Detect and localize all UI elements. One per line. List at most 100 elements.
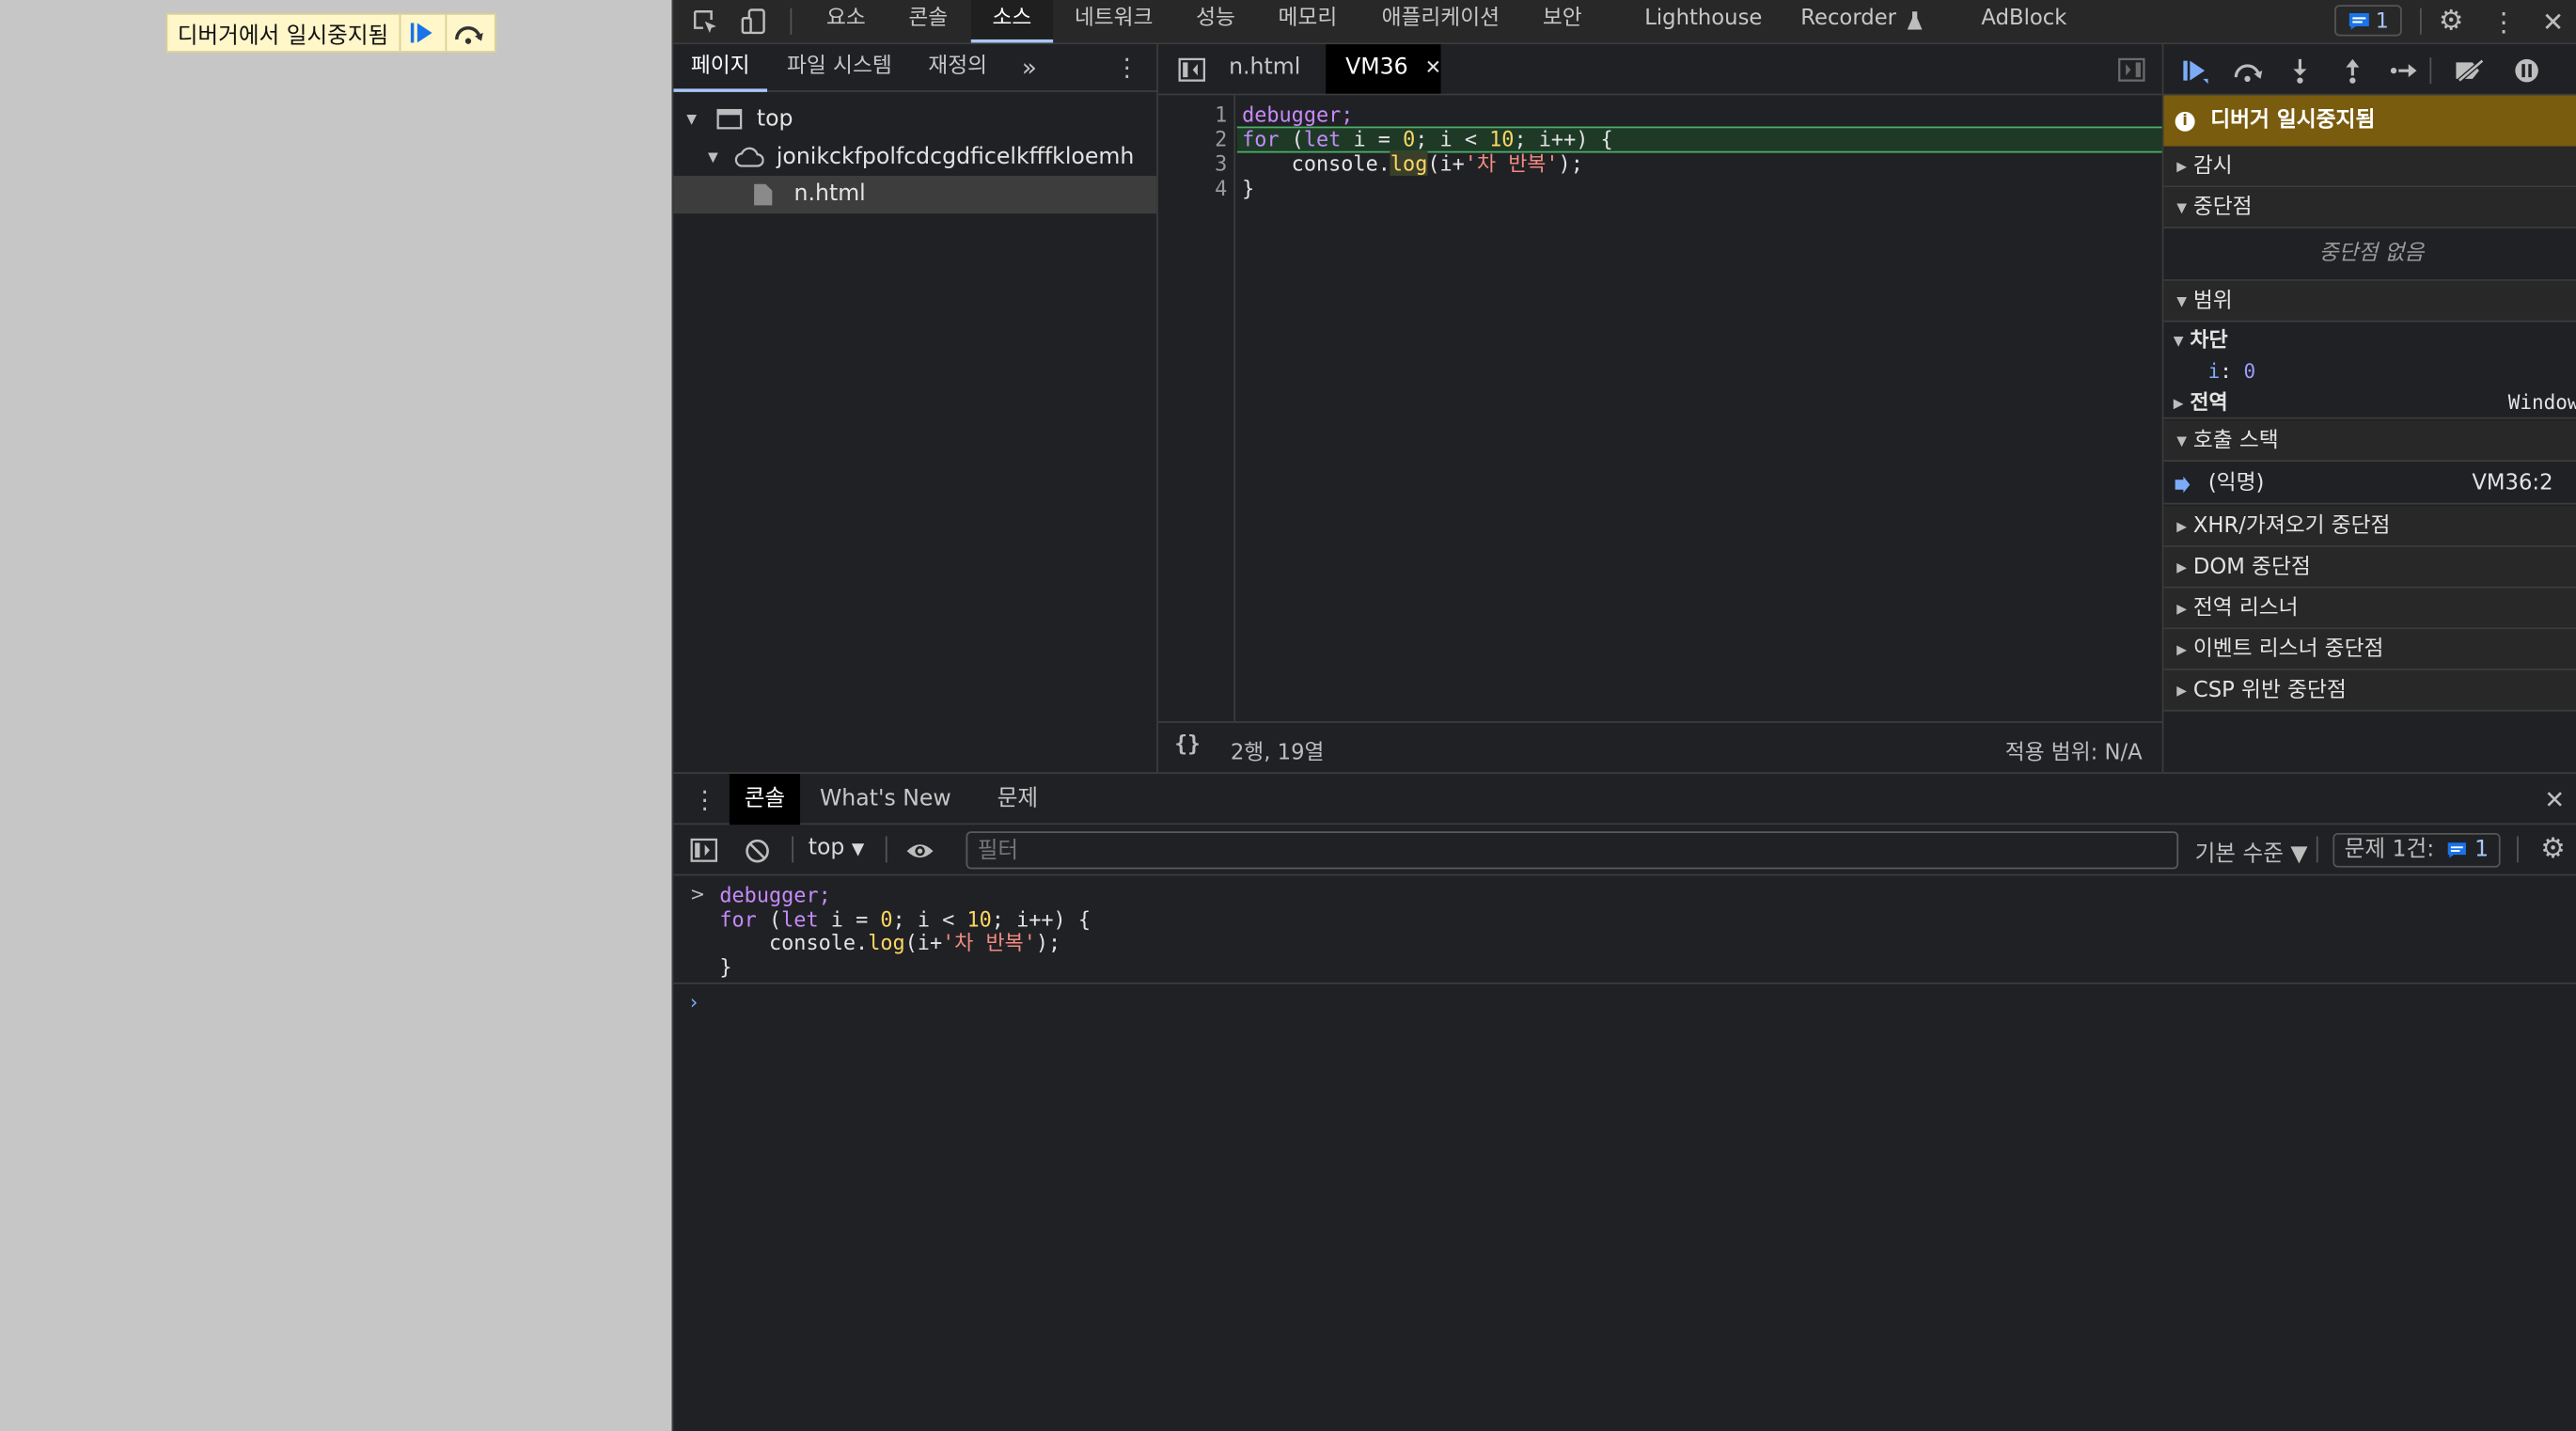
navigator-menu-icon[interactable]: ⋮ (1114, 53, 1140, 82)
settings-gear-icon[interactable]: ⚙ (2435, 5, 2468, 38)
tree-label-top: top (756, 105, 793, 133)
console-sidebar-toggle-icon[interactable] (688, 836, 717, 862)
toggle-debugger-sidebar-icon[interactable] (2116, 55, 2145, 82)
main-toolbar: 요소 콘솔 소스 네트워크 성능 메모리 애플리케이션 보안 Lighthous… (673, 0, 2576, 45)
tab-console[interactable]: 콘솔 (908, 0, 948, 42)
editor-tab-nhtml[interactable]: n.html (1229, 44, 1300, 93)
tree-item-top[interactable]: ▼ top (673, 101, 1156, 138)
tab-sources[interactable]: 소스 (970, 0, 1054, 43)
clear-console-icon[interactable] (743, 836, 772, 864)
editor-status-bar: {} 2행, 19열 적용 범위: N/A (1157, 721, 2162, 772)
call-frame[interactable]: (익명) VM36:2 (2163, 464, 2576, 505)
tab-performance[interactable]: 성능 (1196, 0, 1235, 42)
console-filter-input[interactable] (966, 831, 2179, 870)
step-into-icon[interactable] (2282, 55, 2317, 87)
navigator-tab-overrides[interactable]: 재정의 (928, 44, 987, 92)
inspect-element-icon[interactable] (690, 7, 719, 36)
resume-icon[interactable] (398, 14, 445, 52)
console-code-line: debugger; (719, 882, 831, 907)
step-over-icon[interactable] (2229, 55, 2265, 87)
drawer-tab-console[interactable]: 콘솔 (729, 774, 801, 826)
drawer-menu-icon[interactable]: ⋮ (693, 785, 717, 814)
section-csp-breakpoints[interactable]: ▶ CSP 위반 중단점 (2163, 669, 2576, 712)
step-over-icon[interactable] (444, 14, 491, 52)
drawer-tab-whats-new[interactable]: What's New (820, 774, 951, 825)
step-out-icon[interactable] (2334, 55, 2370, 87)
message-icon (2447, 841, 2466, 857)
close-devtools-icon[interactable]: ✕ (2537, 5, 2569, 38)
pause-on-exceptions-icon[interactable] (2508, 55, 2544, 87)
context-selector-label: top (808, 834, 845, 861)
navigator-tabs: 페이지 파일 시스템 재정의 » ⋮ (673, 44, 1158, 92)
code-line-2[interactable]: for (let i = 0; i < 10; i++) { (1242, 127, 1613, 151)
log-level-dropdown[interactable]: 기본 수준 ▼ (2195, 835, 2308, 868)
close-tab-icon[interactable]: ✕ (1425, 55, 1442, 78)
issues-counter-button[interactable]: 1 (2334, 5, 2402, 37)
issues-count-button[interactable]: 문제 1건: 1 (2333, 832, 2501, 868)
chevron-right-icon: > (689, 884, 706, 905)
section-event-listener-breakpoints[interactable]: ▶ 이벤트 리스너 중단점 (2163, 629, 2576, 670)
line-number[interactable]: 3 (1215, 151, 1227, 176)
resume-icon[interactable] (2176, 55, 2212, 87)
section-call-stack[interactable]: ▼ 호출 스택 (2163, 420, 2576, 463)
line-number[interactable]: 1 (1215, 102, 1227, 126)
toggle-navigator-icon[interactable] (1176, 55, 1205, 82)
more-options-icon[interactable]: ⋮ (2488, 5, 2521, 38)
tab-recorder[interactable]: Recorder (1800, 0, 1896, 42)
step-icon[interactable] (2385, 55, 2421, 87)
console-code-line: for (let i = 0; i < 10; i++) { (719, 905, 1092, 931)
section-scope[interactable]: ▼ 범위 (2163, 280, 2576, 322)
live-expression-eye-icon[interactable] (903, 836, 936, 864)
section-breakpoints[interactable]: ▼ 중단점 (2163, 187, 2576, 228)
tab-security[interactable]: 보안 (1543, 0, 1582, 42)
line-number[interactable]: 2 (1215, 127, 1227, 151)
tab-application[interactable]: 애플리케이션 (1382, 0, 1500, 42)
navigator-tab-filesystem[interactable]: 파일 시스템 (787, 44, 892, 92)
frame-icon (717, 108, 743, 130)
tab-network[interactable]: 네트워크 (1075, 0, 1154, 42)
tree-label-file: n.html (793, 181, 866, 208)
tab-adblock[interactable]: AdBlock (1981, 0, 2066, 42)
editor-tab-vm36[interactable]: VM36 ✕ (1326, 44, 1442, 94)
code-line-3[interactable]: console.log(i+'차 반복'); (1242, 150, 1583, 176)
message-icon (2348, 12, 2369, 29)
navigator-more-tabs[interactable]: » (1022, 44, 1037, 92)
debugger-toolbar (2163, 44, 2576, 96)
tab-memory[interactable]: 메모리 (1279, 0, 1338, 42)
coverage-status[interactable]: 적용 범위: N/A (2005, 734, 2143, 765)
scope-global[interactable]: ▶ 전역 Window (2163, 386, 2576, 419)
section-xhr-breakpoints[interactable]: ▶ XHR/가져오기 중단점 (2163, 506, 2576, 547)
code-line-1[interactable]: debugger; (1242, 102, 1353, 126)
drawer-tabs: ⋮ 콘솔 What's New 문제 ✕ (673, 774, 2576, 826)
tree-item-file[interactable]: n.html (673, 175, 1157, 214)
scope-block[interactable]: ▼ 차단 (2163, 323, 2576, 356)
tab-elements[interactable]: 요소 (826, 0, 866, 42)
call-frame-location[interactable]: VM36:2 (2472, 464, 2552, 505)
navigator-tab-page[interactable]: 페이지 (673, 44, 768, 92)
global-value: Window (2507, 390, 2576, 415)
context-selector[interactable]: top ▼ (809, 835, 865, 861)
section-dom-breakpoints[interactable]: ▶ DOM 중단점 (2163, 546, 2576, 589)
tab-lighthouse[interactable]: Lighthouse (1644, 0, 1762, 42)
drawer-tab-issues[interactable]: 문제 (997, 774, 1038, 825)
pretty-print-button[interactable]: {} (1174, 732, 1200, 757)
close-drawer-icon[interactable]: ✕ (2540, 785, 2569, 814)
scope-variable[interactable]: i: 0 (2208, 356, 2256, 385)
section-global-listeners[interactable]: ▶ 전역 리스너 (2163, 588, 2576, 630)
console-prompt[interactable]: › (673, 985, 2576, 1021)
line-number[interactable]: 4 (1215, 176, 1227, 200)
console-settings-gear-icon[interactable]: ⚙ (2537, 833, 2569, 866)
chevron-down-icon: ▼ (851, 841, 865, 859)
deactivate-breakpoints-icon[interactable] (2453, 55, 2489, 87)
console-message[interactable]: > debugger; for (let i = 0; i < 10; i++)… (673, 875, 2576, 984)
tree-item-origin[interactable]: ▼ jonikckfpolfcdcgdficelkfffkloemh (673, 138, 1156, 176)
code-line-4[interactable]: } (1242, 176, 1254, 200)
current-frame-arrow-icon (2175, 475, 2191, 493)
paused-overlay-label: 디버거에서 일시중지됨 (177, 23, 389, 50)
device-toolbar-icon[interactable] (739, 7, 768, 36)
section-watch[interactable]: ▶ 감시 (2163, 146, 2576, 188)
cursor-position: 2행, 19열 (1230, 741, 1325, 766)
editor-tab-vm36-label: VM36 (1345, 54, 1408, 81)
paused-overlay: 디버거에서 일시중지됨 (165, 12, 496, 53)
call-frame-name: (익명) (2207, 471, 2265, 496)
